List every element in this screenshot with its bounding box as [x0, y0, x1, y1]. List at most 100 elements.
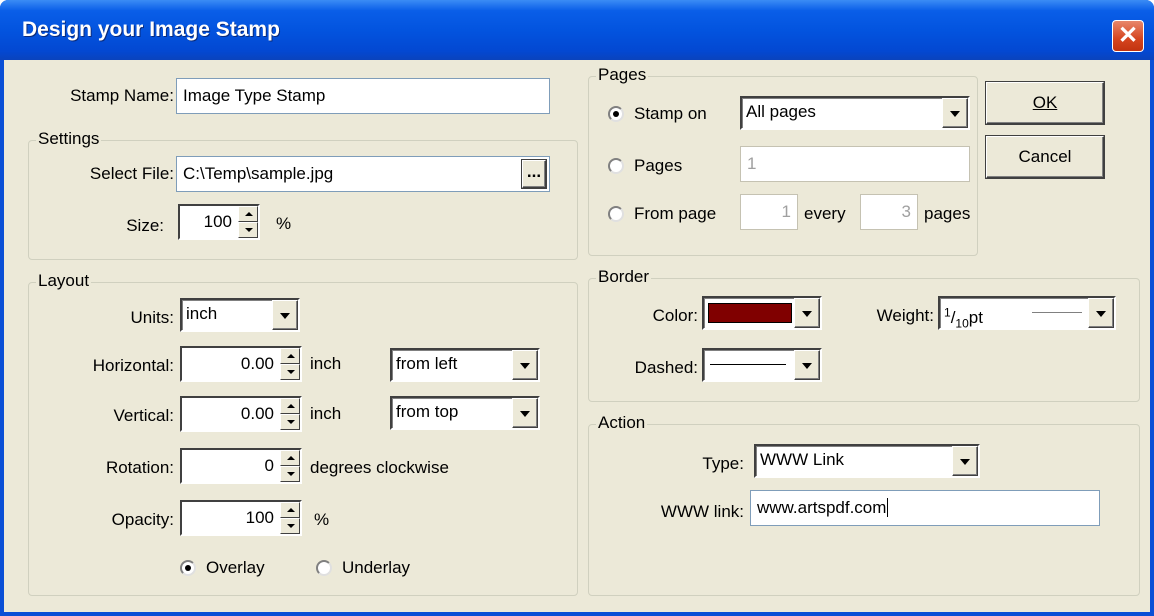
vertical-unit: inch: [310, 404, 342, 423]
from-page-radio[interactable]: [608, 206, 624, 222]
cancel-button[interactable]: Cancel: [986, 136, 1104, 178]
pages-suffix: pages: [924, 204, 971, 223]
units-value: inch: [186, 304, 218, 323]
from-page-input[interactable]: 1: [740, 194, 798, 230]
browse-button[interactable]: ...: [522, 160, 546, 188]
file-path-input[interactable]: C:\Temp\sample.jpg: [176, 156, 550, 192]
units-dropdown-arrow-icon[interactable]: [272, 300, 298, 330]
size-spinner[interactable]: 100: [178, 204, 260, 240]
action-type-select[interactable]: WWW Link: [754, 444, 980, 478]
dash-line-preview: [710, 364, 786, 365]
stamp-on-label[interactable]: Stamp on: [634, 104, 707, 124]
window-title: Design your Image Stamp: [22, 18, 280, 41]
settings-legend: Settings: [36, 129, 102, 148]
dashed-select[interactable]: [702, 348, 822, 382]
pages-label[interactable]: Pages: [634, 156, 682, 176]
underlay-label[interactable]: Underlay: [342, 558, 410, 578]
horizontal-up-button[interactable]: [280, 348, 300, 364]
weight-unit: pt: [968, 307, 983, 327]
vertical-spinner[interactable]: 0.00: [180, 396, 302, 432]
opacity-up-button[interactable]: [280, 502, 300, 518]
rotation-unit: degrees clockwise: [310, 458, 449, 477]
horizontal-from-value: from left: [396, 354, 458, 373]
underlay-radio[interactable]: [316, 560, 332, 576]
vertical-up-button[interactable]: [280, 398, 300, 414]
vertical-from-select[interactable]: from top: [390, 396, 540, 430]
text-cursor: [887, 498, 889, 517]
stamp-name-input[interactable]: Image Type Stamp: [176, 78, 550, 114]
layout-legend: Layout: [36, 271, 92, 290]
close-button[interactable]: ✕: [1112, 20, 1144, 52]
weight-dropdown-arrow-icon[interactable]: [1088, 298, 1114, 328]
weight-value: 1/10pt: [944, 305, 983, 331]
weight-label: Weight:: [876, 306, 934, 325]
dialog-body: Stamp Name: Image Type Stamp Settings Se…: [4, 60, 1150, 612]
size-down-button[interactable]: [238, 222, 258, 238]
action-type-value: WWW Link: [760, 450, 845, 469]
rotation-value: 0: [264, 456, 274, 475]
horizontal-label: Horizontal:: [92, 356, 174, 375]
vertical-label: Vertical:: [113, 406, 174, 425]
pages-legend: Pages: [596, 65, 649, 84]
weight-numerator: 1: [944, 305, 951, 319]
every-label: every: [804, 204, 846, 223]
size-up-button[interactable]: [238, 206, 258, 222]
dashed-label: Dashed:: [634, 358, 698, 377]
stamp-on-radio[interactable]: [608, 106, 624, 122]
title-bar[interactable]: Design your Image Stamp ✕: [0, 0, 1154, 60]
horizontal-spinner[interactable]: 0.00: [180, 346, 302, 382]
stamp-name-label: Stamp Name:: [70, 86, 174, 105]
horizontal-from-select[interactable]: from left: [390, 348, 540, 382]
action-type-dropdown-arrow-icon[interactable]: [952, 446, 978, 476]
color-label: Color:: [652, 306, 698, 325]
www-link-label: WWW link:: [660, 502, 744, 521]
stamp-on-dropdown-arrow-icon[interactable]: [942, 98, 968, 128]
ok-button[interactable]: OK: [986, 82, 1104, 124]
vertical-from-dropdown-arrow-icon[interactable]: [512, 398, 538, 428]
opacity-spinner[interactable]: 100: [180, 500, 302, 536]
size-value: 100: [203, 212, 232, 231]
border-legend: Border: [596, 267, 652, 286]
horizontal-from-dropdown-arrow-icon[interactable]: [512, 350, 538, 380]
vertical-value: 0.00: [240, 404, 274, 423]
vertical-down-button[interactable]: [280, 414, 300, 430]
horizontal-unit: inch: [310, 354, 342, 373]
pages-radio[interactable]: [608, 158, 624, 174]
rotation-down-button[interactable]: [280, 466, 300, 482]
opacity-label: Opacity:: [111, 510, 174, 529]
opacity-unit: %: [314, 510, 330, 529]
horizontal-value: 0.00: [240, 354, 274, 373]
opacity-down-button[interactable]: [280, 518, 300, 534]
size-label: Size:: [126, 216, 164, 235]
action-type-label: Type:: [702, 454, 744, 473]
units-label: Units:: [130, 308, 174, 327]
ok-button-label: OK: [1032, 93, 1058, 112]
select-file-label: Select File:: [89, 164, 174, 183]
color-dropdown-arrow-icon[interactable]: [794, 298, 820, 328]
from-page-label[interactable]: From page: [634, 204, 716, 224]
horizontal-down-button[interactable]: [280, 364, 300, 380]
rotation-spinner[interactable]: 0: [180, 448, 302, 484]
weight-select[interactable]: 1/10pt: [938, 296, 1116, 330]
vertical-from-value: from top: [396, 402, 459, 421]
color-swatch: [708, 303, 792, 323]
www-link-value: www.artspdf.com: [757, 498, 887, 517]
action-legend: Action: [596, 413, 648, 432]
dashed-dropdown-arrow-icon[interactable]: [794, 350, 820, 380]
close-icon: ✕: [1117, 22, 1139, 49]
stamp-on-select[interactable]: All pages: [740, 96, 970, 130]
size-unit: %: [276, 214, 292, 233]
file-path-value: C:\Temp\sample.jpg: [183, 164, 334, 183]
color-select[interactable]: [702, 296, 822, 330]
rotation-up-button[interactable]: [280, 450, 300, 466]
overlay-radio[interactable]: [180, 560, 196, 576]
cancel-button-label: Cancel: [1018, 147, 1072, 166]
units-select[interactable]: inch: [180, 298, 300, 332]
overlay-label[interactable]: Overlay: [206, 558, 265, 578]
pages-input[interactable]: 1: [740, 146, 970, 182]
weight-denominator: 10: [955, 316, 969, 331]
layout-group: [28, 282, 578, 596]
dialog-window: Design your Image Stamp ✕ Stamp Name: Im…: [0, 0, 1154, 616]
every-input[interactable]: 3: [860, 194, 918, 230]
www-link-input[interactable]: www.artspdf.com: [750, 490, 1100, 526]
